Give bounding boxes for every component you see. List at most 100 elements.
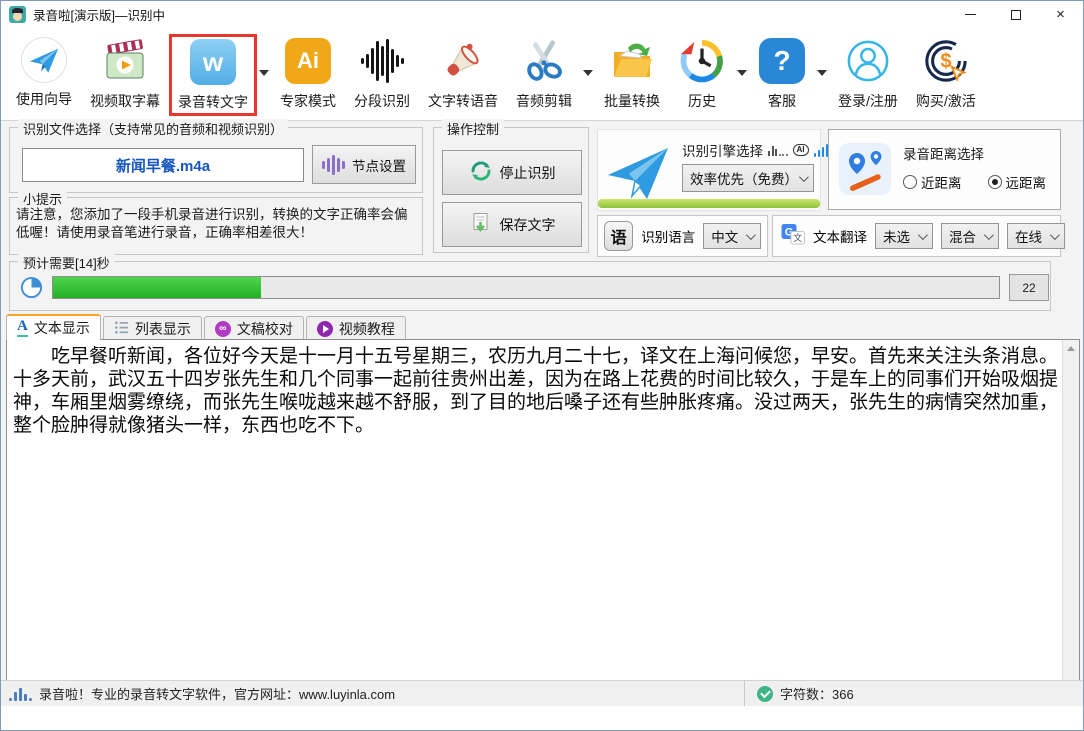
- audio-to-text-dropdown-arrow-icon[interactable]: [257, 70, 271, 76]
- chevron-down-icon: [746, 230, 756, 240]
- distance-select-label: 录音距离选择: [903, 143, 984, 163]
- progress-title: 预计需要[14]秒: [18, 253, 115, 272]
- status-left-text: 录音啦！专业的录音转文字软件，官方网址：www.luyinla.com: [39, 684, 395, 703]
- stop-recognition-label: 停止识别: [500, 163, 556, 183]
- engine-selected-value: 效率优先（免费）: [690, 168, 798, 188]
- translate-online-value: 在线: [1015, 226, 1042, 246]
- toolbar-item-audio-clip[interactable]: 音频剪辑: [507, 34, 581, 114]
- chevron-down-icon: [984, 230, 994, 240]
- mini-waveform-icon: [768, 144, 788, 156]
- selected-file-name: 新闻早餐.m4a: [116, 155, 210, 176]
- status-bar: 录音啦！专业的录音转文字软件，官方网址：www.luyinla.com 字符数：…: [1, 680, 1083, 706]
- tab-label: 文本显示: [34, 318, 90, 338]
- operation-control-groupbox: 操作控制 停止识别: [433, 127, 589, 253]
- toolbar-item-support[interactable]: ? 客服: [749, 34, 815, 114]
- radio-near-distance[interactable]: 近距离: [903, 172, 962, 192]
- toolbar-label: 登录/注册: [838, 91, 898, 111]
- window-title: 录音啦[演示版]—识别中: [33, 5, 948, 24]
- language-badge-icon[interactable]: 语: [604, 221, 633, 251]
- language-panel: 语 识别语言 中文: [597, 215, 768, 257]
- file-select-title: 识别文件选择（支持常见的音频和视频识别）: [18, 119, 288, 138]
- toolbar-item-segmented-recognition[interactable]: 分段识别: [345, 34, 419, 114]
- recognition-language-label: 识别语言: [641, 226, 695, 246]
- maximize-button[interactable]: [993, 1, 1038, 28]
- chevron-down-icon: [918, 230, 928, 240]
- toolbar-item-batch-convert[interactable]: 批量转换: [595, 34, 669, 114]
- toolbar-item-video-subtitle[interactable]: 视频取字幕: [81, 34, 169, 114]
- w-badge-icon: w: [189, 38, 237, 86]
- radio-checked-icon: [988, 175, 1002, 189]
- stats-bars-icon: [9, 687, 32, 701]
- progress-bar: [52, 276, 1000, 299]
- toolbar-item-expert-mode[interactable]: Ai 专家模式: [271, 34, 345, 114]
- minimize-button[interactable]: [948, 1, 993, 28]
- tab-proofread[interactable]: ∞ 文稿校对: [204, 316, 304, 340]
- toolbar-item-wizard[interactable]: 使用向导: [7, 34, 81, 112]
- toolbar-label: 文字转语音: [428, 91, 498, 111]
- node-settings-button[interactable]: 节点设置: [312, 145, 416, 184]
- tab-label: 文稿校对: [237, 319, 293, 339]
- list-icon: [114, 320, 129, 338]
- waveform-icon: [358, 37, 406, 85]
- radio-far-distance[interactable]: 远距离: [988, 172, 1047, 192]
- engine-select-dropdown[interactable]: 效率优先（免费）: [682, 164, 814, 192]
- tips-text: 请注意，您添加了一段手机录音进行识别，转换的文字正确率会偏低喔！请使用录音笔进行…: [16, 206, 418, 242]
- toolbar-label: 音频剪辑: [516, 91, 572, 111]
- main-content: 识别文件选择（支持常见的音频和视频识别） 新闻早餐.m4a 节点设置 小提示 请…: [1, 121, 1083, 706]
- save-text-button[interactable]: 保存文字: [442, 202, 582, 247]
- stop-recognition-button[interactable]: 停止识别: [442, 150, 582, 195]
- view-tabs: A 文本显示 列表显示 ∞ 文稿校对 视频教程: [6, 314, 408, 340]
- toolbar-label: 批量转换: [604, 91, 660, 111]
- close-button[interactable]: ×: [1038, 1, 1083, 28]
- translate-mix-dropdown[interactable]: 混合: [941, 223, 999, 249]
- history-clock-icon: [678, 37, 726, 85]
- tab-text-display[interactable]: A 文本显示: [6, 314, 101, 340]
- minimize-icon: [965, 14, 976, 15]
- text-a-icon: A: [17, 319, 28, 337]
- audio-clip-dropdown-arrow-icon[interactable]: [581, 70, 595, 76]
- progress-groupbox: 预计需要[14]秒 22: [9, 261, 1051, 311]
- translate-online-dropdown[interactable]: 在线: [1007, 223, 1065, 249]
- node-settings-label: 节点设置: [352, 155, 406, 175]
- check-cloud-icon: [757, 686, 773, 702]
- transcript-text[interactable]: 吃早餐听新闻，各位好今天是十一月十五号星期三，农历九月二十七，译文在上海问候您，…: [7, 340, 1062, 698]
- infinity-badge-icon: ∞: [215, 321, 231, 337]
- radio-unchecked-icon: [903, 175, 917, 189]
- play-badge-icon: [317, 321, 333, 337]
- history-dropdown-arrow-icon[interactable]: [735, 70, 749, 76]
- tab-label: 列表显示: [135, 319, 191, 339]
- toolbar-item-history[interactable]: 历史: [669, 34, 735, 114]
- tab-video-tutorial[interactable]: 视频教程: [306, 316, 406, 340]
- toolbar-item-login[interactable]: 登录/注册: [829, 34, 907, 114]
- toolbar-label: 专家模式: [280, 91, 336, 111]
- far-distance-label: 远距离: [1006, 172, 1047, 192]
- tab-list-display[interactable]: 列表显示: [103, 316, 202, 340]
- google-translate-icon: G 文: [781, 222, 805, 251]
- toolbar-label: 客服: [768, 91, 796, 111]
- selected-file-box[interactable]: 新闻早餐.m4a: [22, 148, 304, 182]
- megaphone-icon: [439, 37, 487, 85]
- operation-control-title: 操作控制: [442, 119, 504, 138]
- toolbar-label: 购买/激活: [916, 91, 976, 111]
- near-distance-label: 近距离: [921, 172, 962, 192]
- translate-mode-value: 未选: [883, 226, 910, 246]
- user-circle-icon: [844, 37, 892, 85]
- vertical-scrollbar[interactable]: [1062, 340, 1079, 698]
- file-select-groupbox: 识别文件选择（支持常见的音频和视频识别） 新闻早餐.m4a 节点设置: [9, 127, 423, 193]
- engine-level-bar: [598, 199, 820, 208]
- toolbar-item-purchase[interactable]: $ 购买/激活: [907, 34, 985, 114]
- transcript-editor[interactable]: 吃早餐听新闻，各位好今天是十一月十五号星期三，农历九月二十七，译文在上海问候您，…: [6, 339, 1080, 699]
- translate-mix-value: 混合: [949, 226, 976, 246]
- toolbar-item-text-to-speech[interactable]: 文字转语音: [419, 34, 507, 114]
- language-selected-value: 中文: [711, 226, 738, 246]
- save-text-label: 保存文字: [500, 215, 556, 235]
- language-dropdown[interactable]: 中文: [703, 223, 761, 249]
- title-bar: 录音啦[演示版]—识别中 ×: [1, 1, 1083, 28]
- toolbar-label: 使用向导: [16, 89, 72, 109]
- ai-bubble-icon: AI: [793, 144, 809, 156]
- scroll-up-arrow-icon[interactable]: [1063, 340, 1079, 357]
- support-dropdown-arrow-icon[interactable]: [815, 70, 829, 76]
- toolbar-item-audio-to-text[interactable]: w 录音转文字: [169, 34, 257, 116]
- translate-mode-dropdown[interactable]: 未选: [875, 223, 933, 249]
- app-logo-icon: [9, 6, 26, 23]
